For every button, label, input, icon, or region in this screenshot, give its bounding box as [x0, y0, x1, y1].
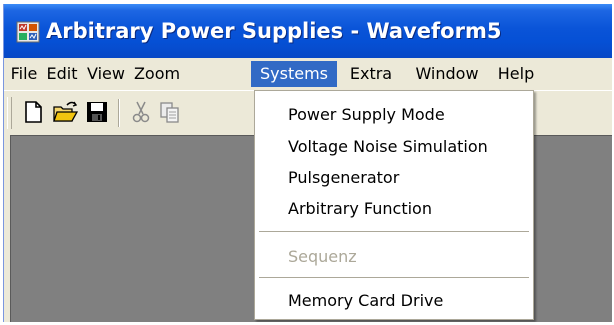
cut-icon[interactable]: [128, 99, 154, 125]
toolbar-separator: [118, 99, 120, 127]
menu-item-pulsgenerator[interactable]: Pulsgenerator: [288, 165, 399, 191]
menu-separator: [259, 231, 529, 232]
app-icon[interactable]: [16, 21, 40, 43]
menu-zoom[interactable]: Zoom: [132, 61, 182, 87]
menu-item-arbitrary-function[interactable]: Arbitrary Function: [288, 196, 432, 222]
menu-help[interactable]: Help: [494, 61, 538, 87]
application-window: Arbitrary Power Supplies - Waveform5 Fil…: [3, 4, 612, 322]
title-bar[interactable]: Arbitrary Power Supplies - Waveform5: [4, 4, 612, 58]
menu-file[interactable]: File: [7, 61, 41, 87]
window-title: Arbitrary Power Supplies - Waveform5: [46, 19, 502, 43]
menu-bar: File Edit View Zoom Systems Extra Window…: [4, 58, 612, 91]
menu-systems[interactable]: Systems: [251, 61, 337, 87]
menu-item-power-supply-mode[interactable]: Power Supply Mode: [288, 102, 445, 128]
open-folder-icon[interactable]: [52, 99, 79, 125]
menu-separator: [259, 277, 529, 278]
new-document-icon[interactable]: [20, 99, 46, 125]
menu-extra[interactable]: Extra: [340, 61, 402, 87]
menu-edit[interactable]: Edit: [43, 61, 81, 87]
menu-view[interactable]: View: [83, 61, 129, 87]
menu-item-voltage-noise-simulation[interactable]: Voltage Noise Simulation: [288, 134, 488, 160]
systems-menu-dropdown: Power Supply Mode Voltage Noise Simulati…: [254, 90, 534, 320]
menu-item-sequenz: Sequenz: [288, 247, 357, 266]
save-disk-icon[interactable]: [84, 99, 110, 125]
copy-icon[interactable]: [157, 99, 183, 125]
menu-item-memory-card-drive[interactable]: Memory Card Drive: [288, 288, 443, 314]
menu-window[interactable]: Window: [406, 61, 488, 87]
toolbar-grip[interactable]: [7, 97, 12, 129]
